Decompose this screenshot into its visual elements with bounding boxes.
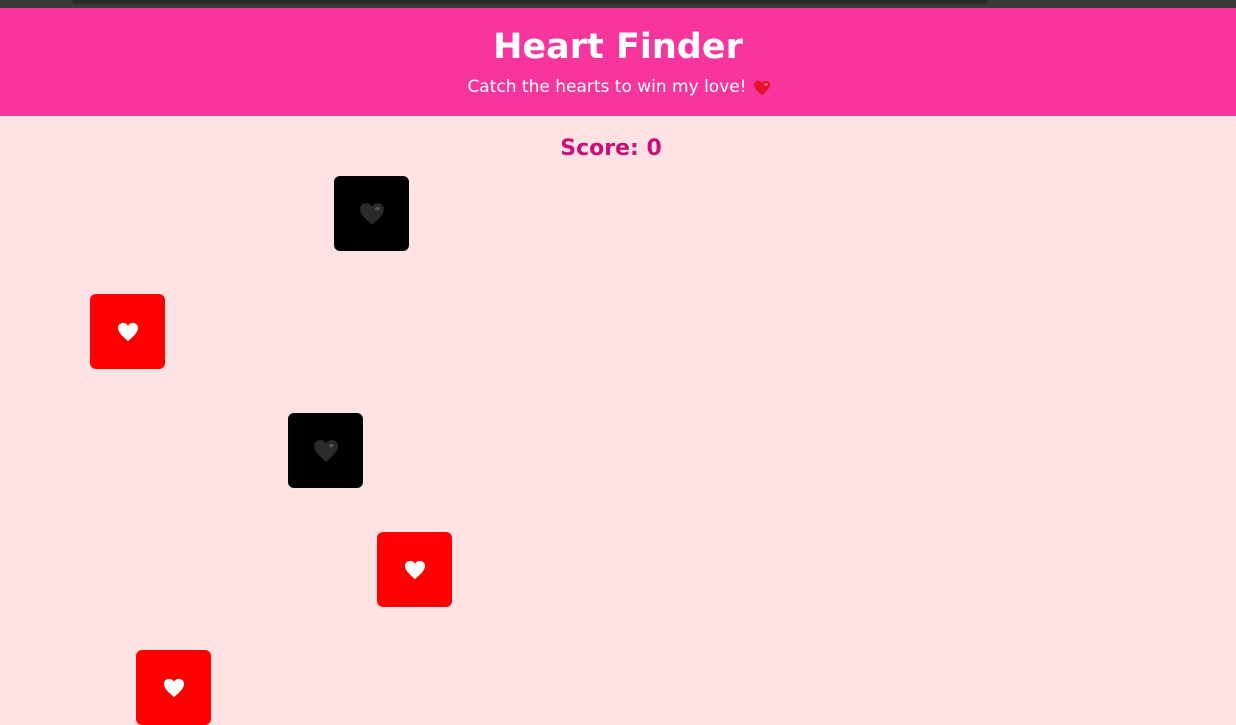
- white-heart-icon: [163, 678, 185, 698]
- subtitle-text: Catch the hearts to win my love!: [467, 77, 747, 97]
- heart-card-red[interactable]: [136, 650, 211, 725]
- browser-address-bar-edge: [72, 0, 988, 4]
- heart-card-red[interactable]: [90, 294, 165, 369]
- white-heart-icon: [117, 322, 139, 342]
- score-display: Score: 0: [560, 136, 662, 161]
- heart-card-red[interactable]: [377, 532, 452, 607]
- white-heart-icon: [404, 560, 426, 580]
- black-heart-icon: [359, 202, 385, 226]
- heart-card-black[interactable]: [288, 413, 363, 488]
- subtitle: Catch the hearts to win my love!: [467, 76, 770, 98]
- browser-top-strip: [0, 0, 1236, 8]
- page-title: Heart Finder: [493, 27, 743, 67]
- app-header: Heart Finder Catch the hearts to win my …: [0, 8, 1236, 116]
- red-heart-emoji-icon: [753, 80, 770, 96]
- heart-card-black[interactable]: [334, 176, 409, 251]
- black-heart-icon: [313, 439, 339, 463]
